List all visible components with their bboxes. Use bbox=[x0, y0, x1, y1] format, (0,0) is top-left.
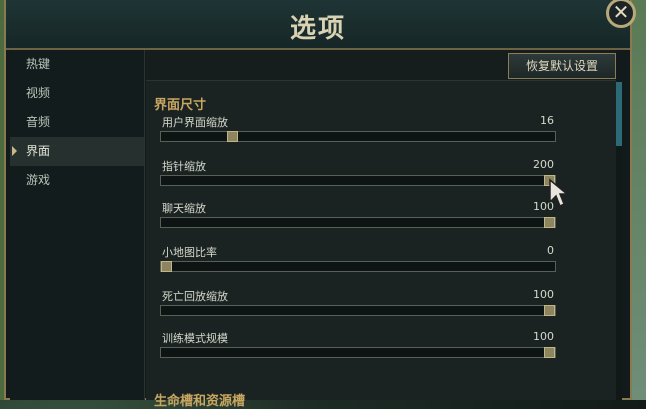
sidebar-item-label: 界面 bbox=[26, 144, 51, 158]
slider-thumb[interactable] bbox=[544, 347, 555, 358]
setting-label: 死亡回放缩放 bbox=[162, 290, 228, 303]
scrollbar[interactable] bbox=[616, 82, 622, 400]
slider-thumb[interactable] bbox=[161, 261, 172, 272]
setting-label: 用户界面缩放 bbox=[162, 116, 228, 129]
sidebar-item-label: 视频 bbox=[26, 86, 51, 100]
sidebar-item-label: 游戏 bbox=[26, 173, 51, 187]
section-title: 界面尺寸 bbox=[154, 98, 207, 113]
setting-label: 小地图比率 bbox=[162, 246, 217, 259]
background-right bbox=[632, 0, 646, 400]
slider-track[interactable] bbox=[160, 261, 556, 272]
slider-thumb[interactable] bbox=[544, 305, 555, 316]
panel-header: 恢复默认设置 bbox=[146, 50, 616, 81]
scrollbar-thumb[interactable] bbox=[616, 82, 622, 146]
setting-label: 指针缩放 bbox=[162, 160, 206, 173]
setting-death-recap-scale: 死亡回放缩放 100 bbox=[160, 288, 556, 324]
slider-track[interactable] bbox=[160, 175, 556, 186]
sidebar-item-hotkeys[interactable]: 热键 bbox=[10, 50, 144, 79]
sidebar-item-video[interactable]: 视频 bbox=[10, 79, 144, 108]
sidebar-item-interface[interactable]: 界面 bbox=[10, 137, 144, 166]
setting-label: 聊天缩放 bbox=[162, 202, 206, 215]
options-window: 选项 热键 视频 音频 界面 游戏 恢复默认设置 界面尺寸 用户界面缩放 16 … bbox=[4, 0, 632, 409]
setting-value: 100 bbox=[533, 330, 554, 343]
sidebar-item-game[interactable]: 游戏 bbox=[10, 166, 144, 195]
slider-thumb[interactable] bbox=[544, 217, 555, 228]
sidebar-item-label: 热键 bbox=[26, 57, 51, 71]
sidebar-item-audio[interactable]: 音频 bbox=[10, 108, 144, 137]
slider-track[interactable] bbox=[160, 217, 556, 228]
setting-value: 100 bbox=[533, 288, 554, 301]
slider-track[interactable] bbox=[160, 347, 556, 358]
setting-practice-mode-scale: 训练模式规模 100 bbox=[160, 330, 556, 366]
setting-ui-scale: 用户界面缩放 16 bbox=[160, 114, 556, 150]
sidebar-item-label: 音频 bbox=[26, 115, 51, 129]
setting-minimap-ratio: 小地图比率 0 bbox=[160, 244, 556, 280]
mouse-cursor-icon bbox=[549, 178, 568, 208]
setting-value: 16 bbox=[540, 114, 554, 127]
title-bar: 选项 bbox=[6, 0, 630, 50]
slider-thumb[interactable] bbox=[226, 131, 238, 142]
sidebar: 热键 视频 音频 界面 游戏 bbox=[10, 50, 145, 400]
slider-track[interactable] bbox=[160, 305, 556, 316]
setting-value: 0 bbox=[547, 244, 554, 257]
settings-panel: 恢复默认设置 界面尺寸 用户界面缩放 16 指针缩放 200 聊天缩放 100 … bbox=[146, 50, 622, 409]
setting-chat-scale: 聊天缩放 100 bbox=[160, 200, 556, 236]
window-title: 选项 bbox=[289, 14, 346, 44]
setting-value: 200 bbox=[533, 158, 554, 171]
setting-label: 训练模式规模 bbox=[162, 332, 228, 345]
setting-cursor-scale: 指针缩放 200 bbox=[160, 158, 556, 194]
reset-defaults-button[interactable]: 恢复默认设置 bbox=[508, 53, 616, 79]
slider-track[interactable] bbox=[160, 131, 556, 142]
